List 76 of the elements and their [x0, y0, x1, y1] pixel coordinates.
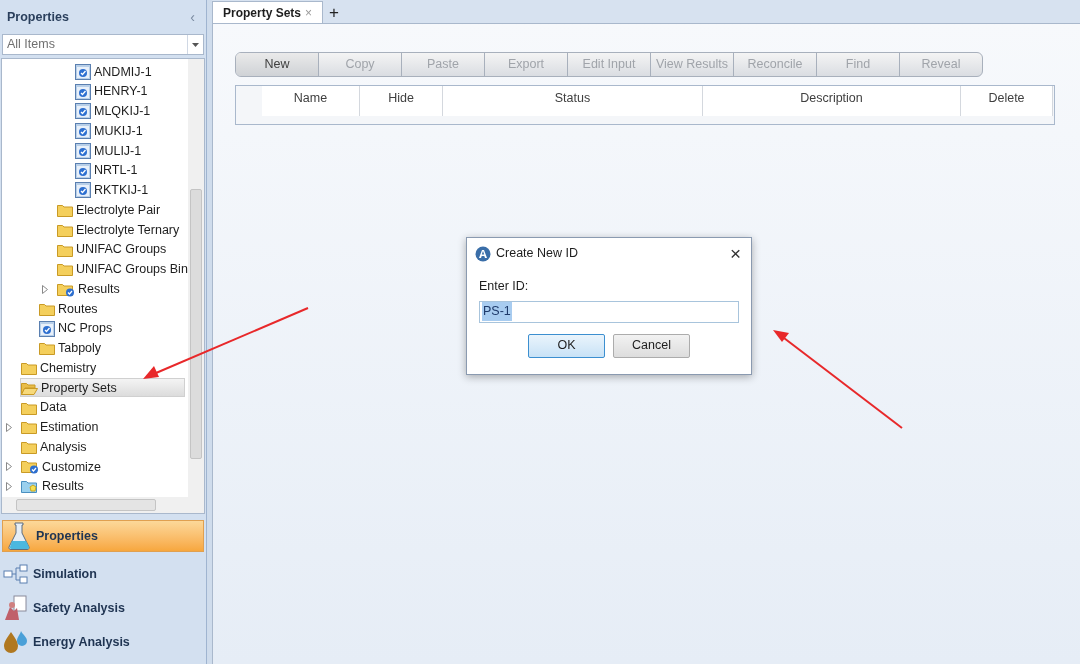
form-icon	[75, 142, 91, 159]
open-folder-icon	[21, 380, 38, 395]
tree-item[interactable]: Electrolyte Ternary	[56, 220, 188, 240]
folder-icon	[21, 361, 37, 376]
form-icon	[75, 63, 91, 80]
tree-item[interactable]: MUKIJ-1	[74, 121, 152, 141]
folder-icon	[21, 420, 37, 435]
folder-check-icon	[57, 281, 75, 297]
safety-icon	[3, 595, 29, 621]
id-input-field[interactable]: PS-1	[479, 300, 739, 323]
expander-icon[interactable]	[6, 422, 12, 432]
dialog-title: Create New ID	[496, 245, 579, 263]
column-header[interactable]: Delete	[961, 86, 1053, 116]
folder-icon	[57, 203, 73, 218]
toolbar-button[interactable]: New	[236, 53, 319, 76]
panel-title: Properties	[7, 8, 69, 26]
nav-button[interactable]: Simulation	[0, 558, 206, 590]
tree-item[interactable]: Chemistry	[20, 358, 106, 378]
tree-item[interactable]: ANDMIJ-1	[74, 62, 161, 82]
folder-icon	[57, 222, 73, 237]
tree-item[interactable]: Tabpoly	[38, 338, 111, 358]
horizontal-scrollbar[interactable]	[2, 497, 204, 513]
new-tab-button[interactable]: +	[323, 4, 345, 23]
folder-icon	[21, 440, 37, 455]
tree-item[interactable]: Routes	[38, 299, 107, 319]
tree-item[interactable]: Data	[20, 398, 76, 418]
form-icon	[75, 103, 91, 120]
folder-icon	[39, 301, 55, 316]
form-icon	[75, 182, 91, 199]
nav-button[interactable]: Properties	[2, 520, 204, 552]
tree-item[interactable]: MULIJ-1	[74, 141, 151, 161]
tree-item[interactable]: NRTL-1	[74, 161, 147, 181]
nav-button[interactable]: Safety Analysis	[0, 592, 206, 624]
tree-item[interactable]: MLQKIJ-1	[74, 101, 160, 121]
tree-item[interactable]: HENRY-1	[74, 82, 157, 102]
close-button[interactable]: ×	[729, 244, 743, 263]
tree-item[interactable]: RKTKIJ-1	[74, 180, 158, 200]
dropdown-arrow-icon	[192, 42, 199, 47]
flask-icon	[8, 522, 30, 550]
tree-item[interactable]: Analysis	[20, 437, 96, 457]
folder-icon	[39, 341, 55, 356]
form-icon	[39, 320, 55, 337]
tree-item[interactable]: Results	[56, 279, 129, 299]
column-header[interactable]: Description	[703, 86, 961, 116]
app-logo-icon	[475, 245, 491, 262]
tree-item[interactable]: UNIFAC Groups	[56, 240, 176, 260]
folder-icon	[21, 400, 37, 415]
form-icon	[75, 123, 91, 140]
document-tab[interactable]: Property Sets ×	[212, 1, 324, 23]
tree-item[interactable]: Electrolyte Pair	[56, 200, 170, 220]
tree-item[interactable]: Property Sets	[20, 378, 185, 398]
expander-icon[interactable]	[42, 284, 48, 294]
flowsheet-icon	[3, 564, 29, 584]
tree-item[interactable]: NC Props	[38, 319, 122, 339]
expander-icon[interactable]	[6, 462, 12, 472]
expander-icon[interactable]	[6, 482, 12, 492]
column-header[interactable]: Name	[262, 86, 360, 116]
results-folder-icon	[21, 479, 39, 495]
tree-item[interactable]: Estimation	[20, 417, 108, 437]
folder-icon	[57, 262, 73, 277]
folder-check-icon	[21, 459, 39, 475]
dialog-button[interactable]: OK	[528, 333, 605, 358]
filter-dropdown[interactable]: All Items	[2, 34, 204, 55]
energy-icon	[3, 630, 29, 654]
column-header[interactable]: Hide	[360, 86, 443, 116]
column-header[interactable]: Status	[443, 86, 703, 116]
form-icon	[75, 83, 91, 100]
vertical-scrollbar[interactable]	[188, 59, 204, 497]
form-icon	[75, 162, 91, 179]
field-label: Enter ID:	[479, 278, 530, 295]
tree-item[interactable]: Customize	[20, 457, 111, 477]
dialog-button[interactable]: Cancel	[613, 333, 690, 358]
tree-item[interactable]: UNIFAC Groups Bin	[56, 259, 188, 279]
folder-icon	[57, 242, 73, 257]
tree-item[interactable]: Results	[20, 477, 93, 497]
nav-button[interactable]: Energy Analysis	[0, 626, 206, 658]
